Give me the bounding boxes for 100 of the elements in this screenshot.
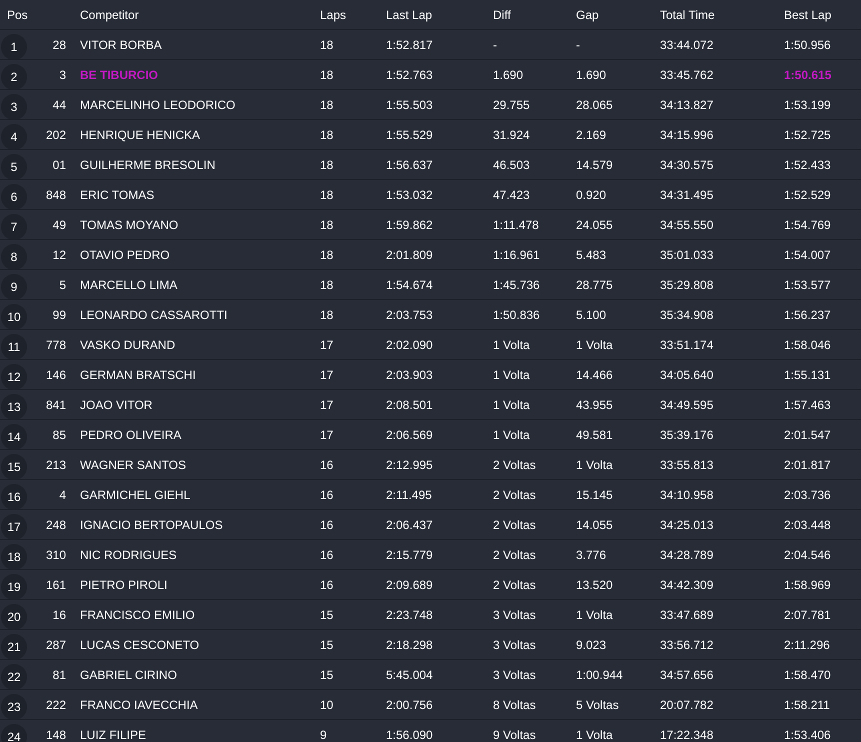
best-lap: 2:04.546 (784, 548, 831, 562)
table-cell: 34:28.789 (660, 548, 714, 562)
car-number: 3 (59, 68, 66, 82)
table-cell: 2:18.298 (386, 638, 433, 652)
car-number: 85 (52, 428, 66, 442)
best-lap: 1:58.969 (784, 578, 831, 592)
table-cell: 3 Voltas (493, 608, 536, 622)
car-number: 778 (46, 338, 66, 352)
car-number: 44 (52, 98, 66, 112)
table-cell: 16 (320, 458, 334, 472)
table-cell: 28.065 (576, 98, 613, 112)
car-number: 202 (46, 128, 66, 142)
car-number: 287 (46, 638, 66, 652)
table-cell: 18 (320, 38, 334, 52)
table-cell: 1:56.090 (386, 728, 433, 742)
table-cell: 1:52.763 (386, 68, 433, 82)
car-number: 99 (52, 308, 66, 322)
best-lap: 2:11.296 (784, 638, 830, 652)
table-cell: 0.920 (576, 188, 606, 202)
table-cell: 1:59.862 (386, 218, 433, 232)
best-lap: 1:53.577 (784, 278, 831, 292)
table-cell: 15 (320, 608, 334, 622)
table-cell: 17:22.348 (660, 728, 714, 742)
table-cell: 34:31.495 (660, 188, 714, 202)
table-cell: 17 (320, 428, 334, 442)
competitor-name: NIC RODRIGUES (80, 548, 177, 562)
best-lap: 2:01.547 (784, 428, 831, 442)
best-lap: 1:58.211 (784, 698, 830, 712)
table-cell: 13.520 (576, 578, 613, 592)
competitor-name: ERIC TOMAS (80, 188, 154, 202)
table-cell: 14.579 (576, 158, 613, 172)
table-cell: 1:45.736 (493, 278, 540, 292)
table-cell: 3 Voltas (493, 638, 536, 652)
competitor-name: FRANCISCO EMILIO (80, 608, 195, 622)
table-cell: 34:49.595 (660, 398, 714, 412)
car-number: 01 (52, 158, 66, 172)
table-cell: 35:01.033 (660, 248, 714, 262)
best-lap: 1:54.007 (784, 248, 831, 262)
table-cell: 2:09.689 (386, 578, 433, 592)
table-cell: 5.483 (576, 248, 606, 262)
column-header: Diff (493, 8, 511, 22)
table-cell: 18 (320, 68, 334, 82)
table-cell: 2:02.090 (386, 338, 433, 352)
table-cell: 1 Volta (576, 728, 613, 742)
column-header: Competitor (80, 8, 139, 22)
column-header: Last Lap (386, 8, 432, 22)
position-badge: 3 (1, 94, 27, 120)
table-cell: 3.776 (576, 548, 606, 562)
table-cell: 1 Volta (493, 428, 530, 442)
table-cell: 2:06.569 (386, 428, 433, 442)
competitor-name: LUCAS CESCONETO (80, 638, 200, 652)
table-cell: 1:16.961 (493, 248, 540, 262)
table-cell: 15 (320, 638, 334, 652)
position-badge: 8 (1, 244, 27, 270)
table-cell: 49.581 (576, 428, 613, 442)
best-lap: 2:03.736 (784, 488, 831, 502)
table-cell: - (576, 38, 580, 52)
car-number: 310 (46, 548, 66, 562)
table-cell: 2:23.748 (386, 608, 433, 622)
table-cell: 29.755 (493, 98, 530, 112)
best-lap: 2:03.448 (784, 518, 831, 532)
table-cell: 18 (320, 98, 334, 112)
competitor-name: JOAO VITOR (80, 398, 152, 412)
competitor-name: GERMAN BRATSCHI (80, 368, 196, 382)
position-badge: 6 (1, 184, 27, 210)
column-header: Laps (320, 8, 346, 22)
table-cell: 17 (320, 398, 334, 412)
table-cell: 18 (320, 128, 334, 142)
column-header: Best Lap (784, 8, 832, 22)
table-cell: 18 (320, 308, 334, 322)
competitor-name: HENRIQUE HENICKA (80, 128, 200, 142)
position-badge: 5 (1, 154, 27, 180)
car-number: 81 (52, 668, 66, 682)
competitor-name: GARMICHEL GIEHL (80, 488, 190, 502)
column-header: Total Time (660, 8, 715, 22)
car-number: 16 (52, 608, 66, 622)
table-cell: 1:50.836 (493, 308, 540, 322)
table-cell: 17 (320, 338, 334, 352)
best-lap: 1:53.406 (784, 728, 831, 742)
table-cell: 34:25.013 (660, 518, 714, 532)
competitor-name: MARCELLO LIMA (80, 278, 178, 292)
table-cell: 35:39.176 (660, 428, 714, 442)
best-lap: 1:58.470 (784, 668, 831, 682)
best-lap: 1:56.237 (784, 308, 831, 322)
competitor-name: BE TIBURCIO (80, 68, 158, 82)
table-cell: 33:45.762 (660, 68, 714, 82)
table-cell: 2.169 (576, 128, 606, 142)
table-cell: 1:55.529 (386, 128, 433, 142)
position-badge: 24 (1, 724, 27, 742)
position-badge: 7 (1, 214, 27, 240)
competitor-name: OTAVIO PEDRO (80, 248, 170, 262)
table-cell: 1 Volta (493, 398, 530, 412)
table-cell: 5.100 (576, 308, 606, 322)
table-cell: 35:34.908 (660, 308, 714, 322)
table-cell: 8 Voltas (493, 698, 536, 712)
best-lap: 1:52.529 (784, 188, 831, 202)
car-number: 12 (52, 248, 66, 262)
table-cell: 16 (320, 488, 334, 502)
competitor-name: VITOR BORBA (80, 38, 162, 52)
table-cell: 1 Volta (576, 338, 613, 352)
